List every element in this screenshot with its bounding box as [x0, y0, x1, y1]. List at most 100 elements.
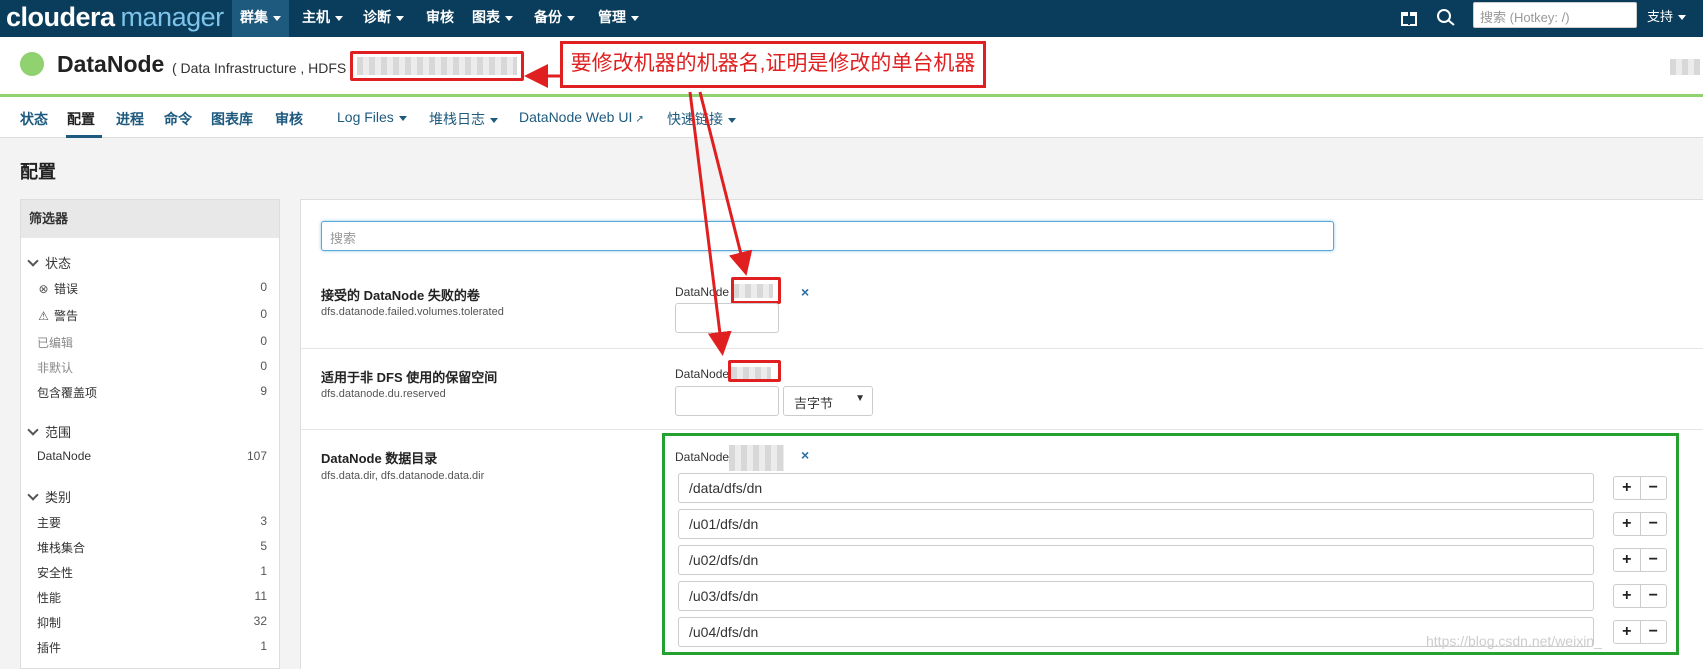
filter-category-suppress[interactable]: 抑制 32 — [37, 614, 267, 631]
data-dir-input[interactable]: /u02/dfs/dn — [678, 545, 1594, 575]
nav-backup[interactable]: 备份 — [526, 0, 583, 37]
tab-chart-library[interactable]: 图表库 — [211, 109, 253, 129]
add-button[interactable]: + — [1614, 513, 1641, 535]
chevron-down-icon — [27, 489, 39, 501]
data-dir-input[interactable]: /data/dfs/dn — [678, 473, 1594, 503]
gift-icon[interactable] — [1399, 8, 1419, 26]
remove-button[interactable]: − — [1641, 477, 1667, 499]
close-icon[interactable]: × — [801, 284, 809, 300]
chevron-down-icon — [398, 115, 407, 121]
add-button[interactable]: + — [1614, 585, 1641, 607]
tab-commands[interactable]: 命令 — [164, 109, 192, 129]
remove-button[interactable]: − — [1641, 549, 1667, 571]
chevron-down-icon — [27, 255, 39, 267]
filter-category-main[interactable]: 主要 3 — [37, 514, 267, 531]
add-button[interactable]: + — [1614, 549, 1641, 571]
remove-button[interactable]: − — [1641, 513, 1667, 535]
config-search-input[interactable]: 搜索 — [321, 221, 1334, 251]
property-title: DataNode 数据目录 — [321, 451, 438, 466]
config-panel: 搜索 接受的 DataNode 失败的卷 dfs.datanode.failed… — [300, 199, 1703, 669]
active-tab-indicator — [66, 135, 102, 138]
role-tabs: 状态 配置 进程 命令 图表库 审核 Log Files 堆栈日志 DataNo… — [0, 97, 1703, 138]
support-icon[interactable] — [1436, 8, 1456, 26]
add-remove-buttons[interactable]: + − — [1613, 512, 1667, 536]
tab-status[interactable]: 状态 — [20, 109, 48, 129]
warning-icon: ⚠ — [38, 309, 49, 323]
page-title: DataNode — [57, 51, 165, 77]
filter-category-stack[interactable]: 堆栈集合 5 — [37, 539, 267, 556]
add-remove-buttons[interactable]: + − — [1613, 584, 1667, 608]
chevron-down-icon — [490, 117, 498, 123]
unit-select[interactable]: 吉字节 ▼ — [783, 386, 873, 416]
reserved-space-input[interactable] — [675, 386, 779, 416]
close-icon[interactable]: × — [801, 447, 809, 463]
role-breadcrumb: ( Data Infrastructure , HDFS — [172, 60, 347, 76]
property-scope: DataNode — [675, 285, 730, 299]
property-key: dfs.data.dir, dfs.datanode.data.dir — [321, 470, 485, 482]
filter-has-overrides[interactable]: 包含覆盖项 9 — [37, 384, 267, 401]
filter-warning[interactable]: ⚠ 警告 0 — [37, 307, 267, 324]
tab-quick-links[interactable]: 快速链接 — [667, 109, 736, 129]
top-navbar: cloudera manager 群集 主机 诊断 审核 图表 备份 管理 搜索 … — [0, 0, 1703, 37]
property-scope: DataNode — [675, 367, 730, 381]
chevron-down-icon — [567, 15, 575, 21]
add-remove-buttons[interactable]: + − — [1613, 620, 1667, 644]
nav-charts[interactable]: 图表 — [464, 0, 521, 37]
watermark: https://blog.csdn.net/weixin_ — [1426, 633, 1602, 649]
filter-group-category[interactable]: 类别 — [27, 487, 71, 506]
annotation-box — [728, 360, 781, 382]
add-button[interactable]: + — [1614, 477, 1641, 499]
remove-button[interactable]: − — [1641, 585, 1667, 607]
filter-category-security[interactable]: 安全性 1 — [37, 564, 267, 581]
redacted-corner — [1670, 59, 1700, 75]
filter-heading: 筛选器 — [21, 200, 279, 238]
filter-category-plugins[interactable]: 插件 1 — [37, 639, 267, 656]
tab-datanode-web-ui[interactable]: DataNode Web UI ↗ — [519, 109, 644, 125]
chevron-down-icon — [728, 117, 736, 123]
nav-hosts[interactable]: 主机 — [294, 0, 351, 37]
filter-category-performance[interactable]: 性能 11 — [37, 589, 267, 606]
chevron-down-icon — [631, 15, 639, 21]
failed-volumes-input[interactable] — [675, 303, 779, 333]
tab-configuration[interactable]: 配置 — [67, 109, 95, 129]
tab-audit[interactable]: 审核 — [275, 109, 303, 129]
nav-admin[interactable]: 管理 — [590, 0, 647, 37]
add-remove-buttons[interactable]: + − — [1613, 548, 1667, 572]
data-dir-input[interactable]: /u03/dfs/dn — [678, 581, 1594, 611]
filter-group-scope[interactable]: 范围 — [27, 422, 71, 441]
nav-audit[interactable]: 审核 — [418, 0, 462, 37]
chevron-down-icon — [273, 15, 281, 21]
property-scope: DataNode — [675, 450, 730, 464]
chevron-down-icon — [505, 15, 513, 21]
divider — [301, 429, 1703, 430]
add-button[interactable]: + — [1614, 621, 1641, 643]
chevron-down-icon — [396, 15, 404, 21]
filter-sidebar: 筛选器 状态 ⊗ 错误 0 ⚠ 警告 0 已编辑 0 非默认 0 包含覆盖项 9 范围 Dat… — [20, 199, 280, 669]
filter-error[interactable]: ⊗ 错误 0 — [37, 280, 267, 297]
remove-button[interactable]: − — [1641, 621, 1667, 643]
annotation-callout: 要修改机器的机器名,证明是修改的单台机器 — [560, 41, 986, 88]
property-key: dfs.datanode.failed.volumes.tolerated — [321, 306, 504, 318]
annotation-box — [731, 277, 781, 304]
global-search-input[interactable]: 搜索 (Hotkey: /) — [1473, 2, 1637, 28]
filter-edited[interactable]: 已编辑 0 — [37, 334, 267, 351]
tab-processes[interactable]: 进程 — [116, 109, 144, 129]
status-indicator — [20, 52, 44, 76]
tab-log-files[interactable]: Log Files — [337, 109, 407, 125]
tab-stack-logs[interactable]: 堆栈日志 — [429, 109, 498, 129]
chevron-down-icon — [27, 424, 39, 436]
add-remove-buttons[interactable]: + − — [1613, 476, 1667, 500]
nav-diagnostics[interactable]: 诊断 — [355, 0, 412, 37]
chevron-down-icon — [1678, 15, 1687, 21]
redacted-hostname — [729, 445, 784, 471]
data-dir-input[interactable]: /u01/dfs/dn — [678, 509, 1594, 539]
annotation-box-hostname — [350, 51, 524, 81]
filter-group-status[interactable]: 状态 — [27, 253, 71, 272]
chevron-down-icon — [335, 15, 343, 21]
nav-cluster[interactable]: 群集 — [232, 0, 289, 37]
filter-non-default[interactable]: 非默认 0 — [37, 359, 267, 376]
external-link-icon: ↗ — [635, 114, 644, 125]
cloudera-logo[interactable]: cloudera manager — [6, 2, 224, 33]
filter-scope-datanode[interactable]: DataNode 107 — [37, 449, 267, 463]
support-menu[interactable]: 支持 — [1647, 0, 1687, 34]
